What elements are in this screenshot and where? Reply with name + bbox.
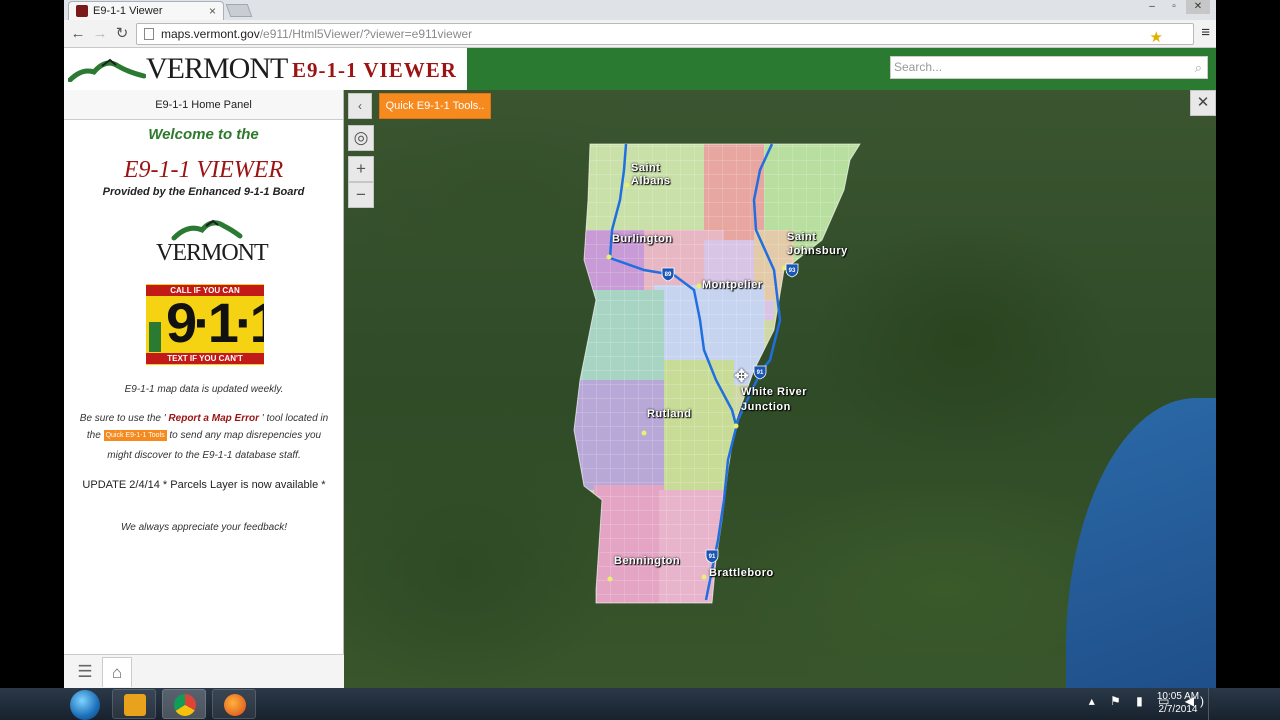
shield-91-north: 91 (757, 370, 764, 376)
search-input[interactable]: Search... ⌕ (890, 56, 1208, 79)
city-label-montpelier: Montpelier (702, 279, 763, 291)
welcome-text: Welcome to the (148, 126, 259, 143)
tip-post: to send any map disrepencies you (166, 430, 322, 442)
taskbar-chrome-button[interactable] (162, 689, 206, 719)
home-icon[interactable]: ⌂ (102, 657, 132, 687)
tab-strip: E9-1-1 Viewer × – ▫ ✕ (64, 0, 1216, 20)
sign-number: 9·1·1 (166, 291, 264, 354)
clock-time: 10:05 AM (1156, 691, 1200, 702)
brand-logo: VERMONT E9-1-1 VIEWER (64, 48, 467, 90)
minimize-button[interactable]: – (1142, 0, 1162, 14)
layers-icon[interactable]: ☰ (70, 657, 100, 687)
locate-icon[interactable]: ◎ (348, 125, 374, 151)
provided-by-text: Provided by the Enhanced 9-1-1 Board (102, 186, 305, 198)
app-title: E9-1-1 VIEWER (292, 58, 457, 82)
taskbar-firefox-button[interactable] (212, 689, 256, 719)
panel-header: E9-1-1 Home Panel (64, 90, 343, 120)
url-path: /e911/Html5Viewer/?viewer=e911viewer (259, 27, 473, 41)
map-view[interactable]: 89 93 91 91 Saint Albans Burlington Montp… (344, 90, 1216, 688)
panel-footer: ☰ ⌂ (64, 654, 344, 688)
search-placeholder: Search... (894, 60, 943, 74)
vermont-mountain-icon (68, 58, 146, 82)
show-desktop-button[interactable] (1208, 688, 1216, 720)
report-map-error-link[interactable]: Report a Map Error (166, 413, 262, 424)
app-header: VERMONT E9-1-1 VIEWER Search... ⌕ (64, 48, 1216, 90)
chrome-icon (174, 694, 196, 716)
browser-tab[interactable]: E9-1-1 Viewer × (68, 1, 224, 20)
city-label-saint-johnsbury: Saint Johnsbury (787, 231, 848, 257)
update-frequency-text: E9-1-1 map data is updated weekly. (124, 384, 284, 395)
move-cursor-icon: ✥ (734, 366, 750, 386)
tip-line-3: might discover to the E9-1-1 database st… (107, 450, 301, 461)
call-911-sign: CALL IF YOU CAN 9·1·1 TEXT IF YOU CAN'T (146, 284, 264, 365)
firefox-icon (224, 694, 246, 716)
bookmark-star-icon[interactable]: ★ (1150, 28, 1163, 48)
taskbar-clock[interactable]: 10:05 AM 2/7/2014 (1152, 690, 1204, 716)
quick-tools-inline-button[interactable]: Quick E9-1-1 Tools (103, 430, 167, 441)
city-label-brattleboro: Brattleboro (709, 567, 774, 579)
forward-button[interactable]: → (90, 24, 110, 44)
panel-title: E9-1-1 VIEWER (123, 157, 284, 183)
address-bar[interactable]: maps.vermont.gov/e911/Html5Viewer/?viewe… (136, 23, 1194, 48)
back-button[interactable]: ← (68, 24, 88, 44)
sign-bottom-text: TEXT IF YOU CAN'T (146, 353, 264, 364)
windows-taskbar: ▴ ⚑ ▮ ▭ ◀) 10:05 AM 2/7/2014 (0, 688, 1280, 720)
shield-93: 93 (789, 268, 796, 274)
outlook-icon (124, 694, 146, 716)
tip-the: the (86, 430, 104, 442)
desktop: E9-1-1 Viewer × – ▫ ✕ ← → ↻ maps.vermont… (0, 0, 1280, 720)
collapse-panel-button[interactable]: ‹ (348, 93, 372, 119)
favicon-icon (76, 5, 88, 17)
tip-line-1: Be sure to use the ' Report a Map Error … (64, 413, 344, 424)
zoom-in-button[interactable]: + (348, 156, 374, 182)
tip-line-2: the Quick E9-1-1 Tools to send any map d… (64, 430, 344, 441)
vermont-wordmark: VERMONT (146, 52, 288, 85)
new-tab-button[interactable] (225, 4, 253, 17)
county-regions (574, 144, 860, 603)
taskbar-outlook-button[interactable] (112, 689, 156, 719)
city-label-burlington: Burlington (612, 233, 673, 245)
quick-tools-button[interactable]: Quick E9-1-1 Tools.. (379, 93, 491, 119)
start-button[interactable] (70, 690, 100, 720)
window-controls: – ▫ ✕ (1142, 0, 1210, 14)
tools-wrench-icon[interactable]: ✕ (1190, 90, 1216, 116)
url-host: maps.vermont.gov (161, 27, 260, 41)
city-label-saint-albans: Saint Albans (631, 162, 671, 187)
city-label-bennington: Bennington (614, 555, 681, 567)
page-icon (144, 28, 154, 40)
shield-89: 89 (665, 272, 672, 278)
vermont-silhouette-icon (149, 322, 161, 352)
city-label-white-river-junction: White River Junction (741, 386, 808, 413)
update-note: UPDATE 2/4/14 * Parcels Layer is now ava… (82, 479, 326, 491)
browser-window: E9-1-1 Viewer × – ▫ ✕ ← → ↻ maps.vermont… (64, 0, 1216, 688)
close-window-button[interactable]: ✕ (1186, 0, 1210, 14)
city-label-rutland: Rutland (647, 408, 692, 420)
search-icon[interactable]: ⌕ (1195, 57, 1202, 78)
reload-button[interactable]: ↻ (112, 24, 132, 44)
vermont-logo-text: VERMONT (156, 240, 269, 266)
maximize-button[interactable]: ▫ (1164, 0, 1184, 14)
clock-date: 2/7/2014 (1158, 704, 1198, 715)
tab-close-icon[interactable]: × (209, 4, 216, 18)
tip-pre: Be sure to use the ' (79, 413, 166, 424)
feedback-text: We always appreciate your feedback! (120, 522, 287, 533)
browser-menu-icon[interactable]: ≡ (1201, 24, 1210, 41)
zoom-out-button[interactable]: − (348, 182, 374, 208)
shield-91-south: 91 (709, 554, 716, 560)
tip-mid: ' tool located in (261, 413, 329, 424)
home-panel: E9-1-1 Home Panel Welcome to the E9-1-1 … (64, 90, 344, 688)
vermont-logo: VERMONT (156, 218, 269, 268)
browser-toolbar: ← → ↻ maps.vermont.gov/e911/Html5Viewer/… (64, 20, 1216, 48)
tab-title: E9-1-1 Viewer (93, 5, 163, 17)
